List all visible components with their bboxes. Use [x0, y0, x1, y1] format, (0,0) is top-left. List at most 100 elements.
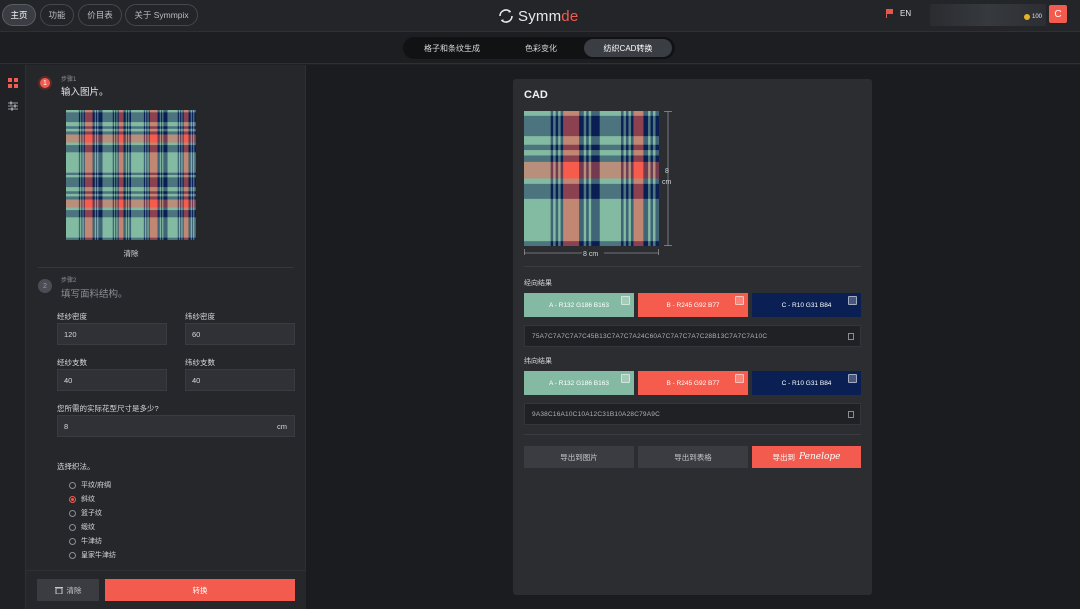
- warp-swatch-c[interactable]: C - R10 G31 B84: [752, 293, 861, 317]
- copy-icon[interactable]: [848, 374, 857, 383]
- copy-icon[interactable]: [848, 411, 854, 418]
- warp-stripe: [655, 111, 659, 246]
- weave-option-satin[interactable]: 缎纹: [69, 522, 95, 532]
- copy-icon[interactable]: [621, 296, 630, 305]
- step2-badge: 2: [38, 279, 52, 293]
- convert-button[interactable]: 转换: [105, 579, 295, 601]
- swatch-label: C - R10 G31 B84: [781, 379, 832, 387]
- copy-icon[interactable]: [735, 296, 744, 305]
- warp-stripe: [83, 110, 86, 240]
- export-penelope-label: 导出到: [772, 452, 796, 462]
- warp-stripe: [97, 110, 99, 240]
- warp-stripe: [143, 110, 146, 240]
- warp-stripe: [113, 110, 116, 240]
- warp-stripe: [560, 111, 564, 246]
- card-divider: [524, 434, 861, 435]
- weave-option-label: 斜纹: [81, 496, 95, 503]
- coin-balance: 100: [1023, 14, 1042, 20]
- weave-option-label: 缎纹: [81, 524, 95, 531]
- language-switch[interactable]: EN: [886, 9, 911, 18]
- warp-stripe: [620, 111, 624, 246]
- clear-button-label: 清除: [66, 585, 82, 595]
- weft-code-field[interactable]: 9A38C16A10C10A12C31B10A28C79A9C: [524, 403, 861, 425]
- card-title: CAD: [524, 89, 548, 101]
- weft-swatch-b[interactable]: B - R245 G92 B77: [638, 371, 748, 395]
- warp-stripe: [66, 110, 80, 240]
- warp-stripe: [555, 111, 559, 246]
- weft-count-input[interactable]: 40: [185, 369, 295, 391]
- tab-plaid-generation[interactable]: 格子和条纹生成: [406, 39, 498, 57]
- warp-stripe: [579, 111, 584, 246]
- warp-stripe: [623, 111, 627, 246]
- pattern-size-input[interactable]: 8 cm: [57, 415, 295, 437]
- export-image-button[interactable]: 导出到图片: [524, 446, 634, 468]
- warp-stripe: [178, 110, 181, 240]
- copy-icon[interactable]: [621, 374, 630, 383]
- warp-swatch-a[interactable]: A - R132 G186 B163: [524, 293, 634, 317]
- nav-features[interactable]: 功能: [40, 4, 74, 26]
- account-banner[interactable]: 100: [930, 4, 1046, 26]
- step1-badge: 1: [38, 76, 52, 90]
- pattern-size-value: 8: [64, 421, 69, 431]
- warp-count-input[interactable]: 40: [57, 369, 167, 391]
- radio-icon: [69, 523, 76, 531]
- brand-logo[interactable]: Symmde: [497, 6, 578, 26]
- clear-image-link[interactable]: 清除: [66, 248, 196, 259]
- radio-icon: [69, 481, 76, 489]
- warp-stripe: [652, 111, 656, 246]
- warp-stripe: [194, 110, 196, 240]
- warp-count-label: 经纱支数: [57, 358, 87, 367]
- warp-stripe: [550, 111, 554, 246]
- copy-icon[interactable]: [735, 374, 744, 383]
- warp-stripe: [188, 110, 191, 240]
- copy-icon[interactable]: [848, 296, 857, 305]
- card-divider: [524, 266, 861, 267]
- weft-density-input[interactable]: 60: [185, 323, 295, 345]
- weft-result-label: 纬向结果: [524, 358, 552, 365]
- weave-option-basket[interactable]: 篮子纹: [69, 508, 102, 518]
- step2-small-label: 步骤2: [61, 278, 77, 284]
- warp-stripe: [160, 110, 163, 240]
- warp-stripe: [84, 110, 93, 240]
- warp-code-field[interactable]: 75A7C7A7C7A7C45B13C7A7C7A24C60A7C7A7C7A7…: [524, 325, 861, 347]
- weave-option-oxford[interactable]: 牛津纺: [69, 536, 102, 546]
- warp-stripe: [81, 110, 83, 240]
- warp-stripe: [647, 111, 651, 246]
- width-dimension-label: 8 cm: [583, 251, 599, 258]
- panel-footer: 清除 转换: [26, 570, 306, 609]
- tab-textile-cad[interactable]: 纺织CAD转换: [584, 39, 672, 57]
- warp-stripe: [129, 110, 132, 240]
- warp-stripe: [163, 110, 168, 240]
- warp-stripe: [148, 110, 151, 240]
- nav-home[interactable]: 主页: [2, 4, 36, 26]
- weft-swatch-c[interactable]: C - R10 G31 B84: [752, 371, 861, 395]
- swatch-label: A - R132 G186 B163: [549, 301, 609, 309]
- nav-pricing[interactable]: 价目表: [78, 4, 122, 26]
- tab-color-variation[interactable]: 色彩变化: [498, 39, 584, 57]
- weft-swatch-a[interactable]: A - R132 G186 B163: [524, 371, 634, 395]
- copy-icon[interactable]: [848, 333, 854, 340]
- nav-about[interactable]: 关于 Symmpix: [125, 4, 198, 26]
- trash-icon: [54, 587, 63, 594]
- sliders-icon[interactable]: [8, 101, 18, 111]
- warp-swatch-b[interactable]: B - R245 G92 B77: [638, 293, 748, 317]
- warp-stripe: [159, 110, 162, 240]
- left-rail: [0, 65, 26, 609]
- warp-density-input[interactable]: 120: [57, 323, 167, 345]
- logo-icon: [499, 9, 513, 23]
- weave-option-twill[interactable]: 斜纹: [69, 494, 95, 504]
- export-penelope-button[interactable]: 导出到 Penelope: [752, 446, 861, 468]
- clear-button[interactable]: 清除: [37, 579, 99, 601]
- export-table-button[interactable]: 导出到表格: [638, 446, 748, 468]
- warp-stripe: [115, 110, 117, 240]
- main-area: CAD 8 cm 8 cm 经向结果 A - R132 G186 B163 B …: [306, 65, 1080, 609]
- warp-stripe: [149, 110, 158, 240]
- warp-stripe: [112, 110, 115, 240]
- avatar[interactable]: C: [1049, 5, 1067, 23]
- weave-option-royal-oxford[interactable]: 皇家牛津纺: [69, 550, 116, 560]
- tab-bar: 格子和条纹生成 色彩变化 纺织CAD转换: [0, 32, 1080, 64]
- warp-stripe: [167, 110, 178, 240]
- grid-icon[interactable]: [8, 78, 18, 88]
- input-image-preview[interactable]: [66, 110, 196, 240]
- weave-option-plain[interactable]: 平纹/府绸: [69, 480, 111, 490]
